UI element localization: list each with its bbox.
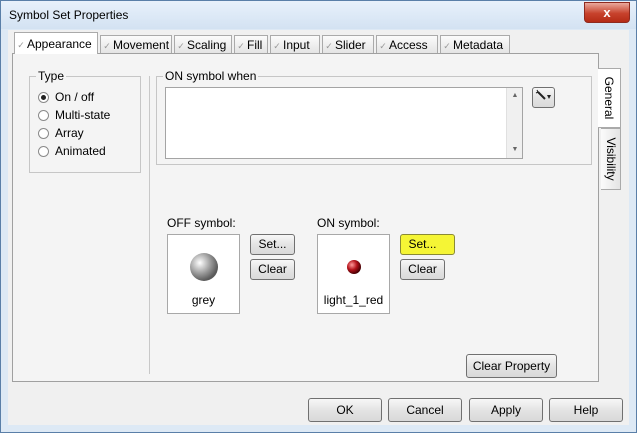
dialog-window: Symbol Set Properties x ✓ Appearance ✓ Mov… <box>0 0 637 433</box>
on-condition-textarea[interactable]: ▲ ▼ <box>165 87 523 159</box>
close-button[interactable]: x <box>584 2 630 23</box>
tab-label: Scaling <box>187 38 227 52</box>
window-title: Symbol Set Properties <box>9 8 129 22</box>
help-button[interactable]: Help <box>549 398 623 422</box>
radio-label: Animated <box>55 144 106 158</box>
dialog-client-area: ✓ Appearance ✓ Movement ✓ Scaling ✓ Fill ✓ In… <box>8 30 629 425</box>
off-symbol-name: grey <box>191 293 216 307</box>
tab-label: Slider <box>335 38 366 52</box>
appearance-panel: Type On / off Multi-state Array Animated… <box>12 53 599 382</box>
type-group: Type On / off Multi-state Array Animated <box>29 69 141 173</box>
radio-multi-state[interactable]: Multi-state <box>38 107 110 123</box>
side-tab-label: Visibility <box>603 137 618 181</box>
radio-on-off[interactable]: On / off <box>38 89 94 105</box>
radio-button[interactable] <box>38 110 49 121</box>
tab-slider[interactable]: ✓ Slider <box>322 35 374 53</box>
grey-sphere-icon <box>190 253 218 281</box>
radio-animated[interactable]: Animated <box>38 143 106 159</box>
clear-property-button[interactable]: Clear Property <box>466 354 557 378</box>
off-clear-button[interactable]: Clear <box>250 259 295 280</box>
apply-button[interactable]: Apply <box>469 398 543 422</box>
magic-wand-icon <box>535 89 551 100</box>
radio-label: Multi-state <box>55 108 111 122</box>
vertical-scrollbar[interactable]: ▲ ▼ <box>506 88 522 158</box>
radio-button[interactable] <box>38 128 49 139</box>
on-clear-button[interactable]: Clear <box>400 259 445 280</box>
tab-label: Metadata <box>453 38 504 52</box>
tab-fill[interactable]: ✓ Fill <box>234 35 268 53</box>
radio-button[interactable] <box>38 92 49 103</box>
side-tab-visibility[interactable]: Visibility <box>601 128 621 190</box>
side-tab-label: General <box>602 76 616 120</box>
close-icon: x <box>603 5 611 20</box>
tab-metadata[interactable]: ✓ Metadata <box>440 35 510 53</box>
on-symbol-when-legend: ON symbol when <box>163 69 259 83</box>
tab-scaling[interactable]: ✓ Scaling <box>174 35 232 53</box>
tab-input[interactable]: ✓ Input <box>270 35 320 53</box>
red-light-icon <box>347 260 361 274</box>
tab-label: Access <box>389 38 428 52</box>
tab-label: Fill <box>247 38 263 52</box>
tab-appearance[interactable]: ✓ Appearance <box>14 32 98 54</box>
expression-wizard-button[interactable] <box>532 87 555 108</box>
dialog-button-bar: OK Cancel Apply Help <box>8 390 629 425</box>
ok-button[interactable]: OK <box>308 398 382 422</box>
on-set-button[interactable]: Set... <box>400 234 455 255</box>
tab-access[interactable]: ✓ Access <box>376 35 438 53</box>
vertical-divider <box>149 76 150 374</box>
scroll-down-arrow-icon[interactable]: ▼ <box>507 142 523 158</box>
off-set-button[interactable]: Set... <box>250 234 295 255</box>
radio-array[interactable]: Array <box>38 125 84 141</box>
scroll-up-arrow-icon[interactable]: ▲ <box>507 88 523 104</box>
radio-label: On / off <box>55 90 95 104</box>
side-tab-general[interactable]: General <box>598 68 621 128</box>
on-symbol-label: ON symbol: <box>317 216 380 230</box>
radio-button[interactable] <box>38 146 49 157</box>
on-symbol-when-group: ON symbol when ▲ ▼ <box>156 69 592 165</box>
tab-label: Input <box>283 38 310 52</box>
tab-label: Appearance <box>27 37 92 51</box>
radio-label: Array <box>55 126 84 140</box>
check-icon: ✓ <box>17 40 25 50</box>
off-symbol-preview: grey <box>167 234 240 314</box>
title-bar[interactable]: Symbol Set Properties x <box>1 1 636 29</box>
type-group-legend: Type <box>36 69 67 83</box>
on-symbol-name: light_1_red <box>323 293 384 307</box>
tab-movement[interactable]: ✓ Movement <box>100 35 172 53</box>
tab-label: Movement <box>113 38 170 52</box>
off-symbol-label: OFF symbol: <box>167 216 236 230</box>
cancel-button[interactable]: Cancel <box>388 398 462 422</box>
on-symbol-preview: light_1_red <box>317 234 390 314</box>
